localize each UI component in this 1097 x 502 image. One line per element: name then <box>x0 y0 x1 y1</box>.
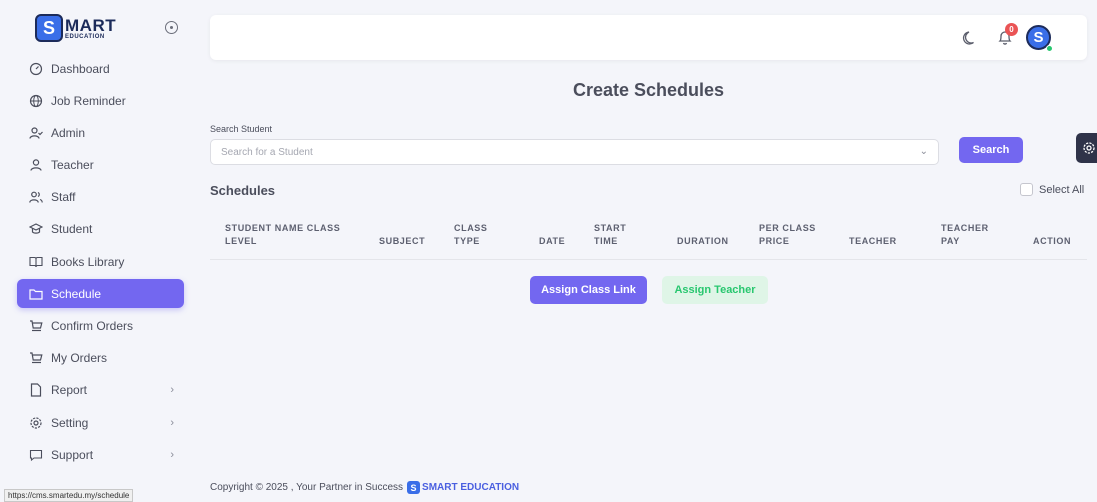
column-header: DATE <box>539 236 566 246</box>
sidebar: S MART EDUCATION Dashboard Job Reminder … <box>0 0 195 502</box>
footer: Copyright © 2025 , Your Partner in Succe… <box>210 481 519 494</box>
search-placeholder: Search for a Student <box>221 146 313 158</box>
sidebar-item-label: Books Library <box>51 254 125 269</box>
file-icon <box>29 383 43 397</box>
cart-icon <box>29 351 43 365</box>
sidebar-item-staff[interactable]: Staff <box>17 183 184 212</box>
sidebar-item-confirm-orders[interactable]: Confirm Orders <box>17 312 184 341</box>
sidebar-item-admin[interactable]: Admin <box>17 118 184 147</box>
logo[interactable]: S MART EDUCATION <box>35 10 125 46</box>
sidebar-item-label: My Orders <box>51 351 108 366</box>
footer-brand-link[interactable]: SMART EDUCATION <box>422 482 519 493</box>
page-title: Create Schedules <box>572 80 725 100</box>
sidebar-item-label: Admin <box>51 125 86 140</box>
chevron-right-icon: › <box>170 416 174 429</box>
column-header: STUDENT NAME CLASS LEVEL <box>225 223 341 246</box>
sidebar-item-label: Setting <box>51 415 89 430</box>
sidebar-item-label: Dashboard <box>51 61 110 76</box>
sidebar-item-label: Support <box>51 447 94 462</box>
sidebar-item-my-orders[interactable]: My Orders <box>17 344 184 373</box>
sidebar-item-setting[interactable]: Setting › <box>17 408 184 437</box>
column-header: PER CLASS PRICE <box>759 223 816 246</box>
chat-icon <box>29 448 43 462</box>
footer-copyright: Copyright © 2025 , Your Partner in Succe… <box>210 482 404 493</box>
footer-logo-mark: S <box>407 481 421 494</box>
sidebar-item-dashboard[interactable]: Dashboard <box>17 54 184 83</box>
sidebar-collapse-icon[interactable] <box>165 21 178 34</box>
checkbox-box[interactable] <box>1020 183 1033 196</box>
sidebar-item-label: Report <box>51 383 88 398</box>
dark-mode-icon[interactable] <box>961 29 979 47</box>
logo-text: MART EDUCATION <box>65 17 116 40</box>
online-status-dot <box>1046 45 1053 52</box>
folder-icon <box>29 287 43 301</box>
table-header: STUDENT NAME CLASS LEVEL SUBJECT CLASS T… <box>210 215 1087 260</box>
sidebar-item-label: Confirm Orders <box>51 319 134 333</box>
chevron-down-icon: ⌄ <box>919 146 928 157</box>
sidebar-item-label: Job Reminder <box>51 93 126 108</box>
column-header: SUBJECT <box>379 236 426 246</box>
search-label: Search Student <box>210 124 273 134</box>
assign-class-link-button[interactable]: Assign Class Link <box>530 276 647 304</box>
globe-icon <box>29 94 43 108</box>
logo-text-main: MART <box>65 15 117 35</box>
notification-badge: 0 <box>1005 23 1018 36</box>
book-icon <box>29 255 43 269</box>
sidebar-item-support[interactable]: Support › <box>17 440 184 469</box>
column-header: TEACHER <box>849 236 897 246</box>
chevron-right-icon: › <box>170 448 174 461</box>
column-header: TEACHER PAY <box>941 223 989 246</box>
status-url-tooltip: https://cms.smartedu.my/schedule <box>4 489 134 502</box>
sidebar-nav: Dashboard Job Reminder Admin Teacher Sta… <box>17 54 184 472</box>
customizer-gear-icon[interactable] <box>1076 133 1097 163</box>
select-all-checkbox[interactable]: Select All <box>1020 183 1084 196</box>
sidebar-item-job-reminder[interactable]: Job Reminder <box>17 86 184 115</box>
sidebar-item-student[interactable]: Student <box>17 215 184 244</box>
sidebar-item-report[interactable]: Report › <box>17 376 184 405</box>
sidebar-item-teacher[interactable]: Teacher <box>17 151 184 180</box>
student-search-select[interactable]: Search for a Student ⌄ <box>210 139 939 165</box>
chevron-right-icon: › <box>170 384 174 397</box>
users-icon <box>29 190 43 204</box>
section-title: Schedules <box>210 183 276 198</box>
sidebar-item-books-library[interactable]: Books Library <box>17 247 184 276</box>
search-button[interactable]: Search <box>959 137 1023 163</box>
sidebar-item-label: Schedule <box>51 286 102 301</box>
topbar: 0 S <box>210 15 1087 60</box>
graduation-cap-icon <box>29 222 43 236</box>
sidebar-item-label: Teacher <box>51 158 94 173</box>
sidebar-item-label: Staff <box>51 190 76 205</box>
sidebar-item-schedule[interactable]: Schedule <box>17 279 184 309</box>
user-icon <box>29 158 43 172</box>
dashboard-icon <box>29 62 43 76</box>
column-header: ACTION <box>1033 236 1072 246</box>
user-check-icon <box>29 126 43 140</box>
column-header: CLASS TYPE <box>454 223 488 246</box>
column-header: START TIME <box>594 223 627 246</box>
select-all-label: Select All <box>1039 183 1085 196</box>
column-header: DURATION <box>677 236 729 246</box>
cart-icon <box>29 319 43 333</box>
assign-teacher-button[interactable]: Assign Teacher <box>662 276 768 304</box>
sidebar-item-label: Student <box>51 222 93 237</box>
gear-icon <box>29 416 43 430</box>
logo-mark: S <box>35 14 63 42</box>
